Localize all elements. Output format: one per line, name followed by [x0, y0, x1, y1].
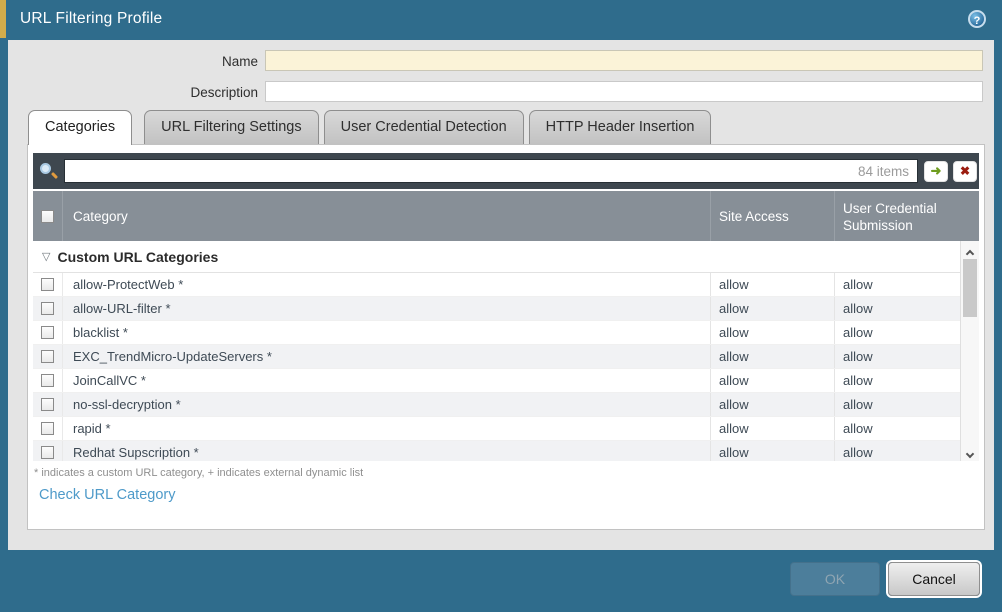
row-checkbox[interactable] — [41, 278, 54, 291]
tab-user-credential-detection[interactable]: User Credential Detection — [324, 110, 524, 144]
category-name: allow-URL-filter * — [62, 297, 710, 320]
chevron-up-icon — [966, 250, 974, 258]
category-name: Redhat Supscription * — [62, 441, 710, 461]
dialog-body: Name Description Categories URL Filterin… — [8, 40, 994, 550]
category-name: JoinCallVC * — [62, 369, 710, 392]
name-input[interactable] — [265, 50, 983, 71]
url-filtering-profile-dialog: URL Filtering Profile ? Name Description… — [0, 0, 1002, 612]
items-count-badge: 84 items — [858, 164, 917, 179]
row-checkbox[interactable] — [41, 326, 54, 339]
user-credential-submission-value[interactable]: allow — [834, 417, 960, 440]
table-row[interactable]: EXC_TrendMicro-UpdateServers * allow all… — [33, 345, 960, 369]
name-label: Name — [8, 51, 258, 72]
user-credential-submission-value[interactable]: allow — [834, 273, 960, 296]
search-bar: 84 items ➜ ✖ — [33, 153, 979, 189]
table-row[interactable]: rapid * allow allow — [33, 417, 960, 441]
tab-bar: Categories URL Filtering Settings User C… — [28, 110, 716, 144]
red-x-icon: ✖ — [960, 164, 970, 178]
search-icon[interactable] — [40, 162, 58, 180]
table-row[interactable]: allow-URL-filter * allow allow — [33, 297, 960, 321]
table-row[interactable]: blacklist * allow allow — [33, 321, 960, 345]
row-checkbox[interactable] — [41, 374, 54, 387]
site-access-value[interactable]: allow — [710, 321, 834, 344]
row-checkbox-cell — [33, 369, 62, 392]
category-name: rapid * — [62, 417, 710, 440]
row-checkbox-cell — [33, 321, 62, 344]
clear-filter-button[interactable]: ✖ — [953, 161, 977, 182]
categories-panel: 84 items ➜ ✖ Category Site Access User C… — [27, 144, 985, 530]
tab-categories[interactable]: Categories — [28, 110, 132, 145]
row-checkbox-cell — [33, 297, 62, 320]
tab-http-header-insertion[interactable]: HTTP Header Insertion — [529, 110, 712, 144]
row-checkbox-cell — [33, 417, 62, 440]
check-url-category-link[interactable]: Check URL Category — [39, 487, 175, 503]
site-access-value[interactable]: allow — [710, 417, 834, 440]
category-name: allow-ProtectWeb * — [62, 273, 710, 296]
table-row[interactable]: allow-ProtectWeb * allow allow — [33, 273, 960, 297]
collapse-triangle-icon[interactable]: ▽ — [42, 250, 50, 263]
group-label: Custom URL Categories — [57, 249, 218, 265]
ok-button[interactable]: OK — [790, 562, 880, 596]
table-header: Category Site Access User Credential Sub… — [33, 191, 979, 241]
site-access-value[interactable]: allow — [710, 273, 834, 296]
select-all-checkbox[interactable] — [41, 210, 54, 223]
column-header-user-credential-submission[interactable]: User Credential Submission — [834, 191, 959, 241]
row-checkbox[interactable] — [41, 446, 54, 459]
row-checkbox[interactable] — [41, 350, 54, 363]
site-access-value[interactable]: allow — [710, 297, 834, 320]
scrollbar-thumb[interactable] — [963, 259, 977, 317]
user-credential-submission-value[interactable]: allow — [834, 297, 960, 320]
vertical-scrollbar[interactable] — [960, 241, 979, 461]
user-credential-submission-value[interactable]: allow — [834, 345, 960, 368]
footnote: * indicates a custom URL category, + ind… — [34, 467, 363, 479]
row-checkbox-cell — [33, 273, 62, 296]
select-all-cell — [33, 191, 62, 241]
category-name: no-ssl-decryption * — [62, 393, 710, 416]
category-name: EXC_TrendMicro-UpdateServers * — [62, 345, 710, 368]
row-checkbox[interactable] — [41, 422, 54, 435]
table-body: ▽ Custom URL Categories allow-ProtectWeb… — [33, 241, 979, 461]
user-credential-submission-value[interactable]: allow — [834, 393, 960, 416]
scroll-down-button[interactable] — [961, 444, 979, 458]
table-row[interactable]: no-ssl-decryption * allow allow — [33, 393, 960, 417]
group-row-custom-url-categories[interactable]: ▽ Custom URL Categories — [33, 241, 960, 273]
category-name: blacklist * — [62, 321, 710, 344]
site-access-value[interactable]: allow — [710, 393, 834, 416]
row-checkbox-cell — [33, 345, 62, 368]
table-row[interactable]: Redhat Supscription * allow allow — [33, 441, 960, 461]
header-scrollbar-spacer — [959, 191, 979, 241]
site-access-value[interactable]: allow — [710, 441, 834, 461]
dialog-title: URL Filtering Profile — [20, 10, 162, 28]
user-credential-submission-value[interactable]: allow — [834, 441, 960, 461]
description-label: Description — [8, 82, 258, 103]
cancel-button[interactable]: Cancel — [888, 562, 980, 596]
user-credential-submission-value[interactable]: allow — [834, 369, 960, 392]
green-arrow-icon: ➜ — [931, 163, 942, 178]
site-access-value[interactable]: allow — [710, 369, 834, 392]
help-icon[interactable]: ? — [968, 10, 986, 28]
column-header-category[interactable]: Category — [62, 191, 710, 241]
dialog-titlebar: URL Filtering Profile ? — [6, 0, 1002, 40]
search-icon-handle — [51, 172, 58, 179]
search-field: 84 items — [64, 159, 918, 183]
chevron-down-icon — [966, 450, 974, 458]
search-icon-lens — [40, 163, 51, 174]
scroll-up-button[interactable] — [961, 244, 979, 258]
table-row[interactable]: JoinCallVC * allow allow — [33, 369, 960, 393]
apply-filter-button[interactable]: ➜ — [924, 161, 948, 182]
column-header-site-access[interactable]: Site Access — [710, 191, 834, 241]
row-checkbox-cell — [33, 441, 62, 461]
user-credential-submission-value[interactable]: allow — [834, 321, 960, 344]
row-checkbox[interactable] — [41, 398, 54, 411]
tab-url-filtering-settings[interactable]: URL Filtering Settings — [144, 110, 319, 144]
dialog-footer: OK Cancel — [0, 550, 1002, 612]
search-input[interactable] — [65, 160, 858, 182]
description-input[interactable] — [265, 81, 983, 102]
row-checkbox-cell — [33, 393, 62, 416]
row-checkbox[interactable] — [41, 302, 54, 315]
site-access-value[interactable]: allow — [710, 345, 834, 368]
